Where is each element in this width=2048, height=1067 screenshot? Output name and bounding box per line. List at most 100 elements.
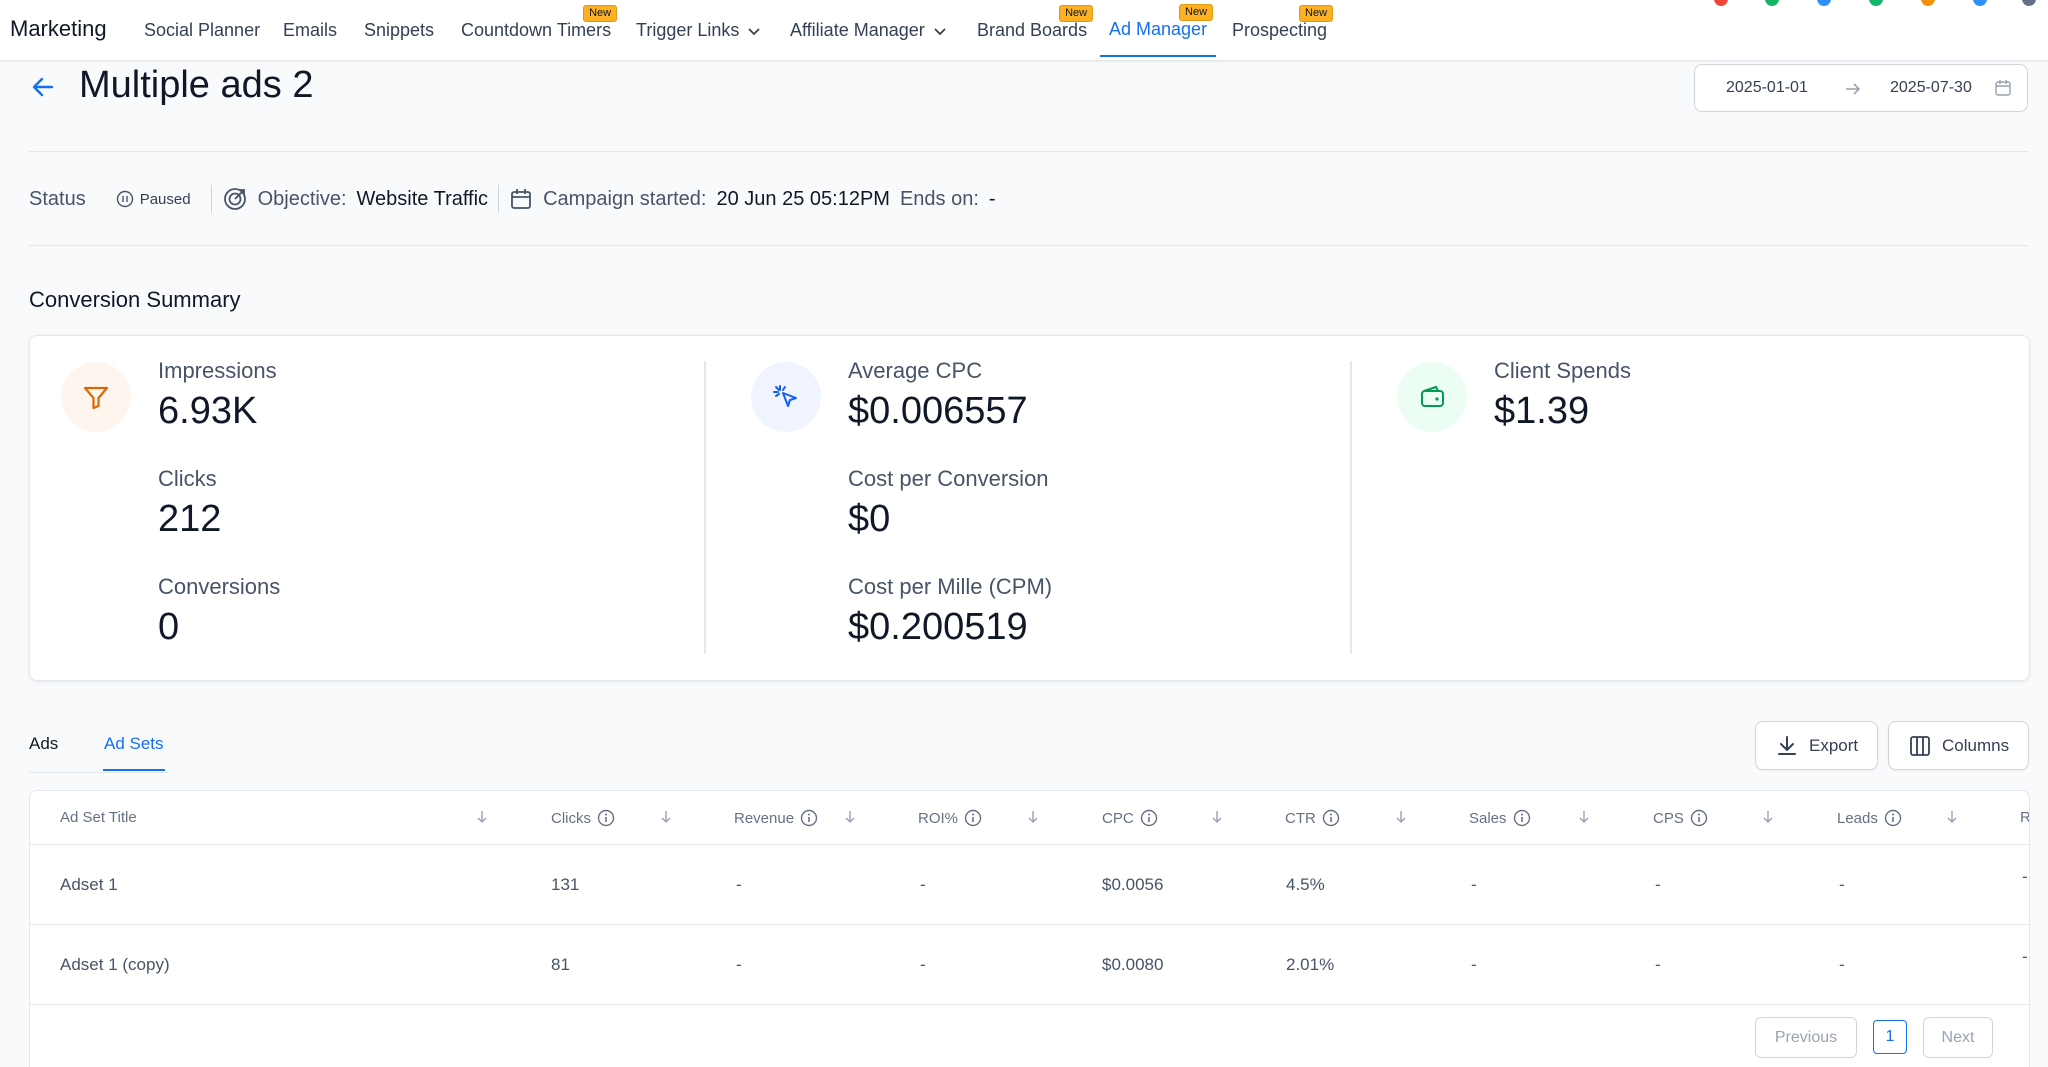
metric-cpm: Cost per Mille (CPM) $0.200519 [848, 574, 1052, 649]
divider [29, 245, 2028, 246]
columns-label: Columns [1942, 735, 2010, 755]
target-icon [223, 188, 246, 210]
cell-ctr: 4.5% [1286, 875, 1325, 894]
calendar-icon [511, 189, 531, 209]
info-icon [1140, 809, 1157, 827]
metric-conversions: Conversions 0 [158, 574, 280, 649]
metric-impressions: Impressions 6.93K [158, 358, 277, 433]
campaign-status-row: Status Paused Objective: Website Traffic… [29, 184, 996, 214]
tab-ad-sets[interactable]: Ad Sets [103, 734, 165, 771]
column-header-cpc[interactable]: CPC [1102, 809, 1158, 827]
column-label: R [2020, 809, 2030, 826]
sort-arrow-icon[interactable] [843, 809, 857, 825]
cell-title: Adset 1 (copy) [60, 955, 170, 974]
wallet-icon [1397, 362, 1467, 432]
column-header-cps[interactable]: CPS [1653, 809, 1708, 827]
column-header-truncated[interactable]: R [2020, 809, 2030, 826]
column-label: Sales [1469, 809, 1507, 827]
campaign-started-value: 20 Jun 25 05:12PM [716, 187, 890, 210]
metric-value: $0 [848, 498, 891, 540]
columns-button[interactable]: Columns [1888, 721, 2030, 770]
sort-arrow-icon[interactable] [475, 809, 489, 825]
nav-prospecting[interactable]: Prospecting New [1232, 5, 1334, 41]
nav-affiliate-manager[interactable]: Affiliate Manager [790, 20, 947, 41]
date-end[interactable]: 2025-07-30 [1890, 79, 1972, 97]
conversion-summary-card: Impressions 6.93K Clicks 212 Conversions… [29, 335, 2030, 681]
column-header-clicks[interactable]: Clicks [551, 809, 615, 827]
info-icon [1513, 809, 1530, 827]
nav-label: Social Planner [144, 20, 261, 40]
arrow-left-icon[interactable] [30, 74, 56, 100]
nav-snippets[interactable]: Snippets [364, 20, 434, 41]
chevron-down-icon [934, 27, 946, 35]
export-button[interactable]: Export [1755, 721, 1879, 770]
cursor-click-icon [751, 362, 821, 432]
nav-brand-boards[interactable]: Brand Boards New [977, 5, 1094, 41]
column-label: CTR [1285, 809, 1316, 827]
metric-label: Client Spends [1494, 358, 1631, 383]
metric-average-cpc: Average CPC $0.006557 [848, 358, 1028, 433]
page-number-button[interactable]: 1 [1873, 1020, 1907, 1054]
tab-ads[interactable]: Ads [29, 734, 58, 754]
separator [210, 185, 212, 213]
column-separator [704, 361, 706, 654]
columns-icon [1910, 735, 1930, 756]
nav-countdown-timers[interactable]: Countdown Timers New [461, 5, 618, 41]
info-icon [1884, 809, 1902, 827]
column-header-ctr[interactable]: CTR [1285, 809, 1340, 827]
cell-leads: - [1839, 955, 1845, 974]
column-label: Revenue [734, 809, 795, 827]
status-dot [1714, 0, 1728, 6]
metric-client-spends: Client Spends $1.39 [1494, 358, 1631, 433]
date-range-picker[interactable]: 2025-01-01 2025-07-30 [1694, 64, 2028, 112]
column-header-sales[interactable]: Sales [1469, 809, 1531, 827]
sort-arrow-icon[interactable] [1577, 809, 1591, 825]
status-dot [1817, 0, 1831, 6]
nav-ad-manager[interactable]: Ad Manager New [1099, 4, 1217, 57]
table-row[interactable]: Adset 1 (copy) 81 - - $0.0080 2.01% - - … [30, 925, 2029, 1005]
metric-value: 0 [158, 606, 180, 648]
sort-arrow-icon[interactable] [1761, 809, 1775, 825]
nav-social-planner[interactable]: Social Planner [144, 20, 260, 41]
ad-sets-table: Ad Set Title Clicks Revenue ROI% CPC CTR… [29, 790, 2030, 1067]
date-start[interactable]: 2025-01-01 [1726, 79, 1808, 97]
ends-on-value: - [988, 187, 996, 210]
status-dot [1765, 0, 1779, 6]
nav-label: Prospecting [1232, 20, 1328, 40]
cell-title: Adset 1 [60, 875, 118, 894]
status-value: Paused [139, 190, 191, 208]
column-separator [1350, 361, 1352, 654]
cell-cpc: $0.0080 [1102, 955, 1164, 974]
metric-value: $0.006557 [848, 390, 1028, 432]
nav-trigger-links[interactable]: Trigger Links [636, 20, 761, 41]
nav-label: Affiliate Manager [790, 20, 925, 40]
status-dot [1921, 0, 1935, 6]
metric-value: $0.200519 [848, 606, 1028, 648]
brand-title: Marketing [10, 16, 107, 41]
new-badge: New [583, 5, 618, 22]
sort-arrow-icon[interactable] [1394, 809, 1408, 825]
previous-page-button[interactable]: Previous [1755, 1017, 1857, 1058]
column-header-leads[interactable]: Leads [1837, 809, 1902, 827]
cell-roi: - [920, 875, 926, 894]
ends-on-label: Ends on: [899, 187, 979, 210]
nav-label: Countdown Timers [461, 20, 612, 40]
column-header-revenue[interactable]: Revenue [734, 809, 818, 827]
column-label: ROI% [918, 809, 959, 827]
table-row[interactable]: Adset 1 131 - - $0.0056 4.5% - - - - [30, 845, 2029, 925]
conversion-summary-title: Conversion Summary [29, 287, 241, 312]
metric-label: Cost per Mille (CPM) [848, 574, 1053, 599]
sort-arrow-icon[interactable] [1945, 809, 1959, 825]
nav-emails[interactable]: Emails [283, 20, 337, 41]
info-icon [1322, 809, 1340, 827]
metric-label: Conversions [158, 574, 281, 599]
new-badge: New [1059, 5, 1094, 22]
sort-arrow-icon[interactable] [659, 809, 673, 825]
sort-arrow-icon[interactable] [1210, 809, 1224, 825]
column-header-title[interactable]: Ad Set Title [60, 809, 137, 826]
next-page-button[interactable]: Next [1923, 1017, 1993, 1058]
column-header-roi[interactable]: ROI% [918, 809, 982, 827]
separator [498, 185, 500, 213]
cell-sales: - [1471, 955, 1477, 974]
sort-arrow-icon[interactable] [1026, 809, 1040, 825]
